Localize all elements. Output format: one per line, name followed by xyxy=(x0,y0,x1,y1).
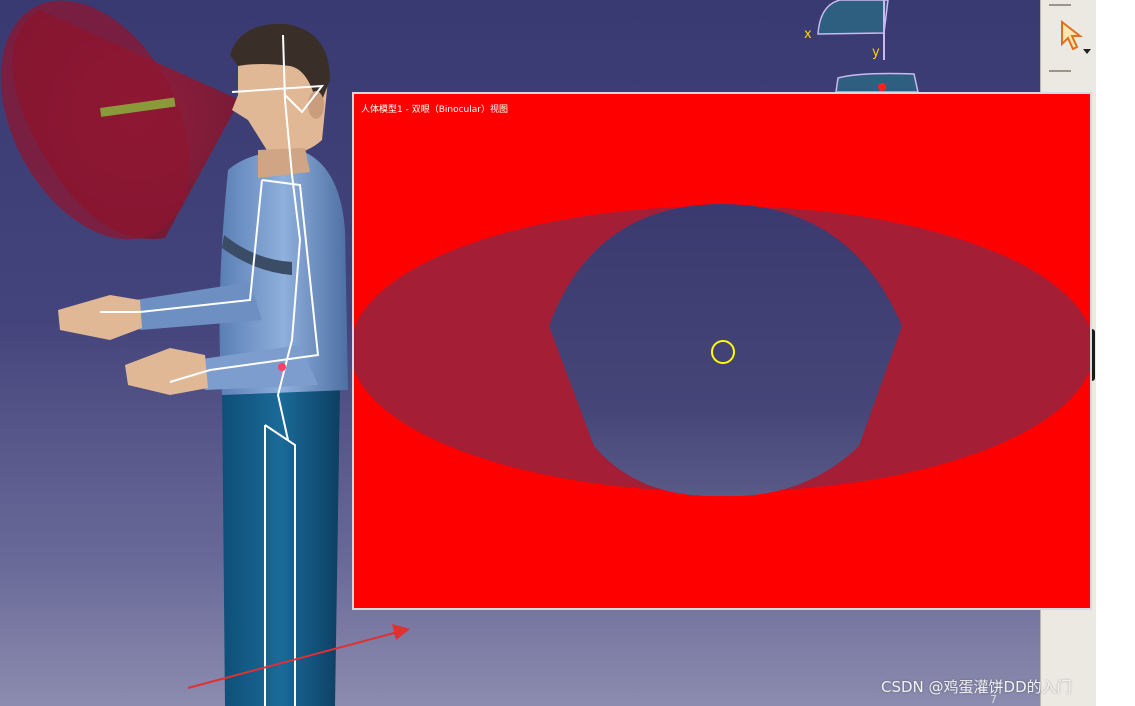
watermark: CSDN @鸡蛋灌饼DD的入门 xyxy=(881,678,1072,696)
compass-widget[interactable] xyxy=(817,0,919,93)
vision-field-graphic xyxy=(354,204,1090,497)
window-edge xyxy=(1096,0,1135,706)
toolbar-separator xyxy=(1049,4,1071,6)
select-tool-button[interactable] xyxy=(1056,18,1092,56)
axis-label-x: x xyxy=(804,27,812,42)
window-title: 人体模型1 - 双眼（Binocular）视图 xyxy=(361,105,508,115)
vision-cone xyxy=(0,0,240,240)
binocular-vision-window[interactable]: 人体模型1 - 双眼（Binocular）视图 xyxy=(352,92,1092,610)
select-arrow-icon xyxy=(1061,19,1091,54)
toolbar-separator xyxy=(1049,70,1071,72)
axis-label-y: y xyxy=(872,45,880,60)
